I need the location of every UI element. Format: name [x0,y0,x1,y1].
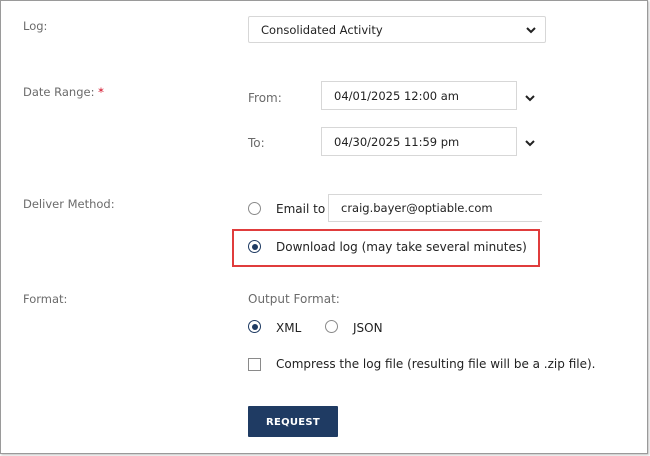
from-chevron-down-icon[interactable] [524,92,536,104]
to-label: To: [248,136,265,150]
json-radio[interactable] [325,320,338,333]
email-input[interactable]: craig.bayer@optiable.com [328,194,542,222]
compress-label: Compress the log file (resulting file wi… [276,357,596,371]
annotation-highlight [232,229,540,267]
to-chevron-down-icon[interactable] [524,137,536,149]
from-date-input[interactable]: 04/01/2025 12:00 am [321,81,517,110]
email-radio[interactable] [248,202,261,215]
to-date-input[interactable]: 04/30/2025 11:59 pm [321,127,517,156]
required-marker: * [98,85,104,99]
json-label: JSON [353,321,383,335]
output-format-label: Output Format: [248,292,340,306]
compress-checkbox[interactable] [248,358,261,371]
from-date-value: 04/01/2025 12:00 am [334,89,459,103]
chevron-down-icon [526,27,536,34]
xml-label: XML [276,321,302,335]
date-range-label: Date Range: * [23,85,104,99]
window-frame [0,0,648,454]
from-label: From: [248,91,282,105]
date-range-label-text: Date Range: [23,85,95,99]
xml-radio[interactable] [248,320,261,333]
email-to-label: Email to [276,202,326,216]
deliver-method-label: Deliver Method: [23,197,115,211]
format-label: Format: [23,292,68,306]
log-select[interactable]: Consolidated Activity [248,16,546,43]
log-select-value: Consolidated Activity [261,23,383,37]
to-date-value: 04/30/2025 11:59 pm [334,135,460,149]
log-label: Log: [23,19,48,33]
email-value: craig.bayer@optiable.com [341,201,493,215]
request-button[interactable]: REQUEST [248,406,338,437]
